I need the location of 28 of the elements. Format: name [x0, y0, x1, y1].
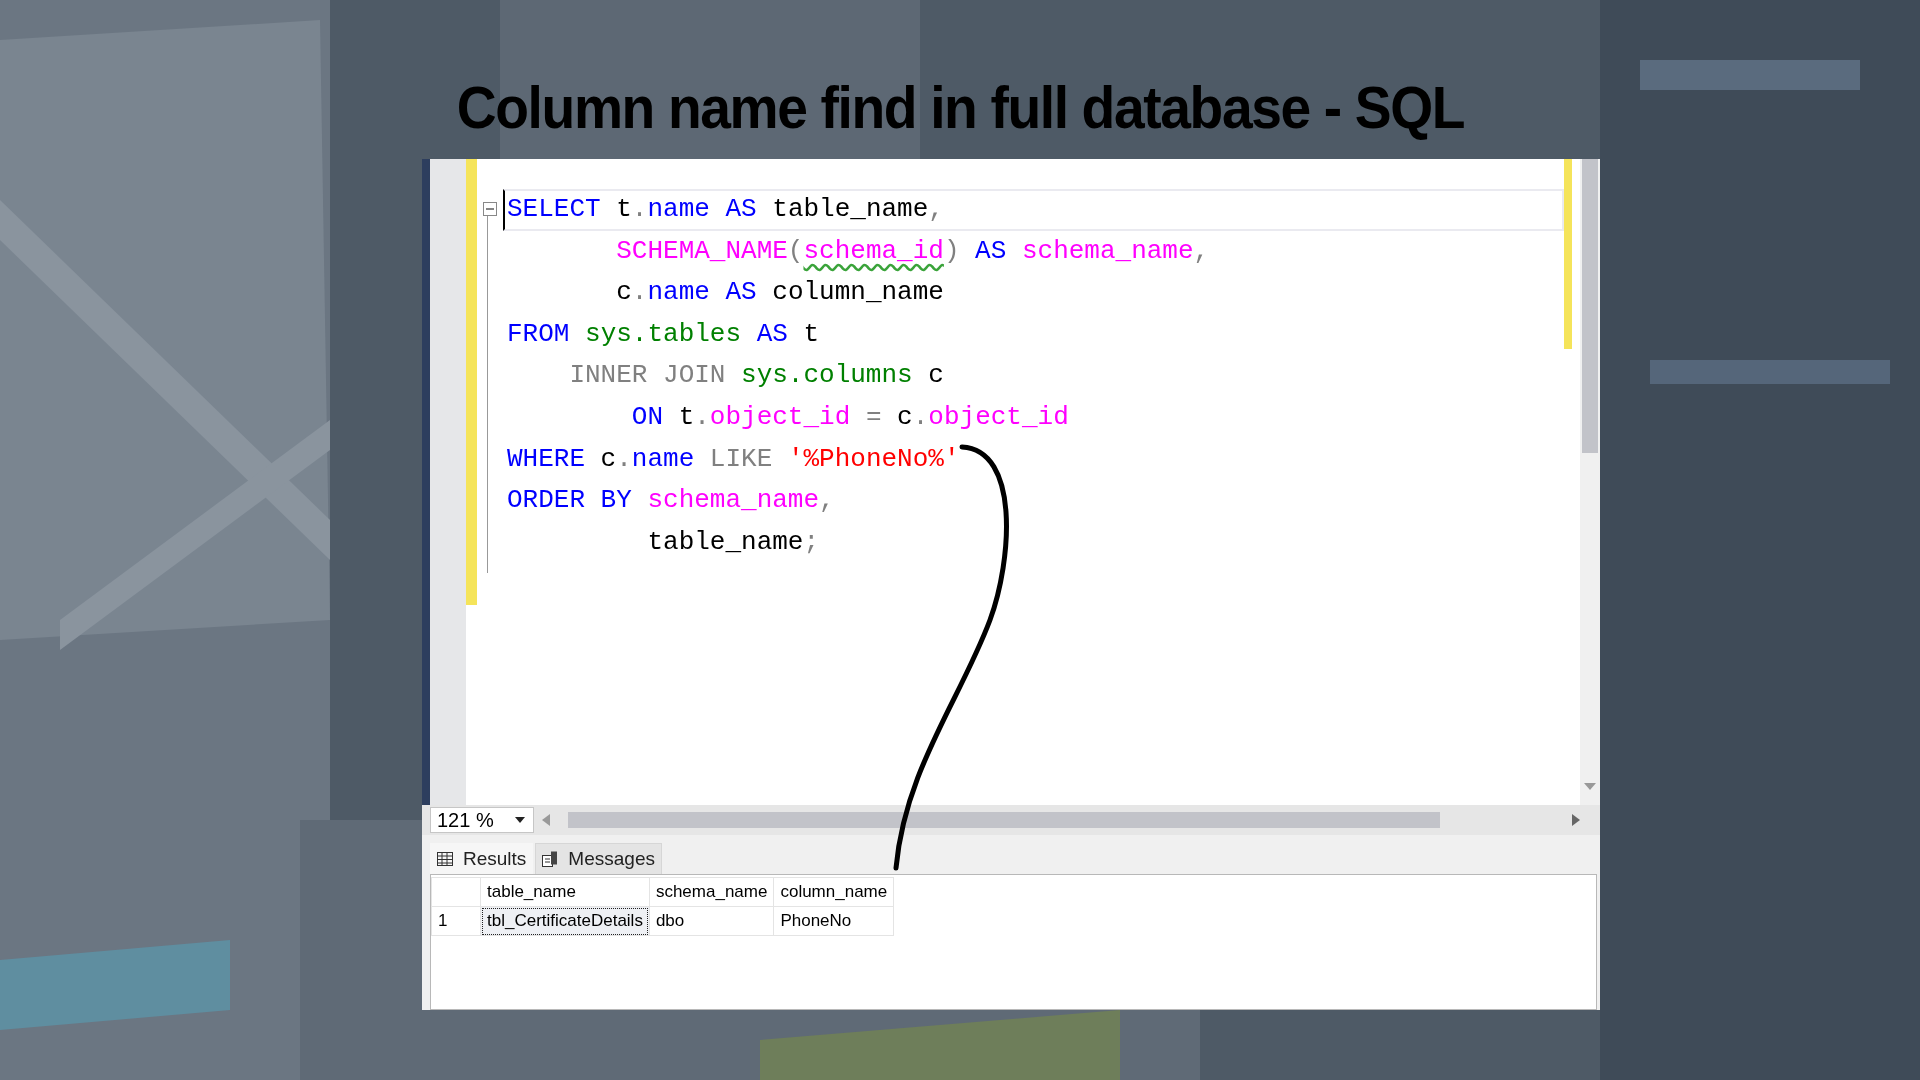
- code-line: ORDER BY schema_name,: [506, 484, 836, 518]
- row-number: 1: [431, 906, 481, 936]
- vertical-scrollbar[interactable]: [1580, 159, 1600, 805]
- code-line: INNER JOIN sys.columns c: [568, 359, 945, 393]
- code-line: SCHEMA_NAME(schema_id) AS schema_name,: [615, 234, 1211, 268]
- column-header[interactable]: column_name: [773, 877, 894, 907]
- video-title: Column name find in full database - SQL: [456, 73, 1464, 143]
- document-icon: [542, 851, 559, 867]
- code-line: table_name;: [646, 525, 821, 559]
- results-tab[interactable]: Messages: [535, 843, 662, 874]
- column-header[interactable]: table_name: [480, 877, 650, 907]
- collapse-icon[interactable]: [483, 202, 497, 216]
- scroll-down-icon[interactable]: [1584, 783, 1596, 791]
- results-tab[interactable]: Results: [430, 843, 534, 874]
- scroll-right-icon[interactable]: [1572, 814, 1580, 826]
- code-line: ON t.object_id = c.object_id: [630, 400, 1070, 434]
- column-header[interactable]: schema_name: [649, 877, 774, 907]
- horizontal-scrollbar[interactable]: [542, 812, 1580, 828]
- table-cell[interactable]: PhoneNo: [773, 906, 894, 936]
- zoom-dropdown[interactable]: 121 %: [430, 807, 534, 833]
- table-cell[interactable]: tbl_CertificateDetails: [480, 906, 650, 936]
- scroll-left-icon[interactable]: [542, 814, 550, 826]
- table-cell[interactable]: dbo: [649, 906, 774, 936]
- grid-icon: [437, 852, 453, 866]
- code-line: FROM sys.tables AS t: [506, 317, 821, 351]
- code-line: WHERE c.name LIKE '%PhoneNo%': [506, 442, 961, 476]
- code-line: c.name AS column_name: [615, 276, 945, 310]
- dropdown-caret-icon: [515, 817, 525, 823]
